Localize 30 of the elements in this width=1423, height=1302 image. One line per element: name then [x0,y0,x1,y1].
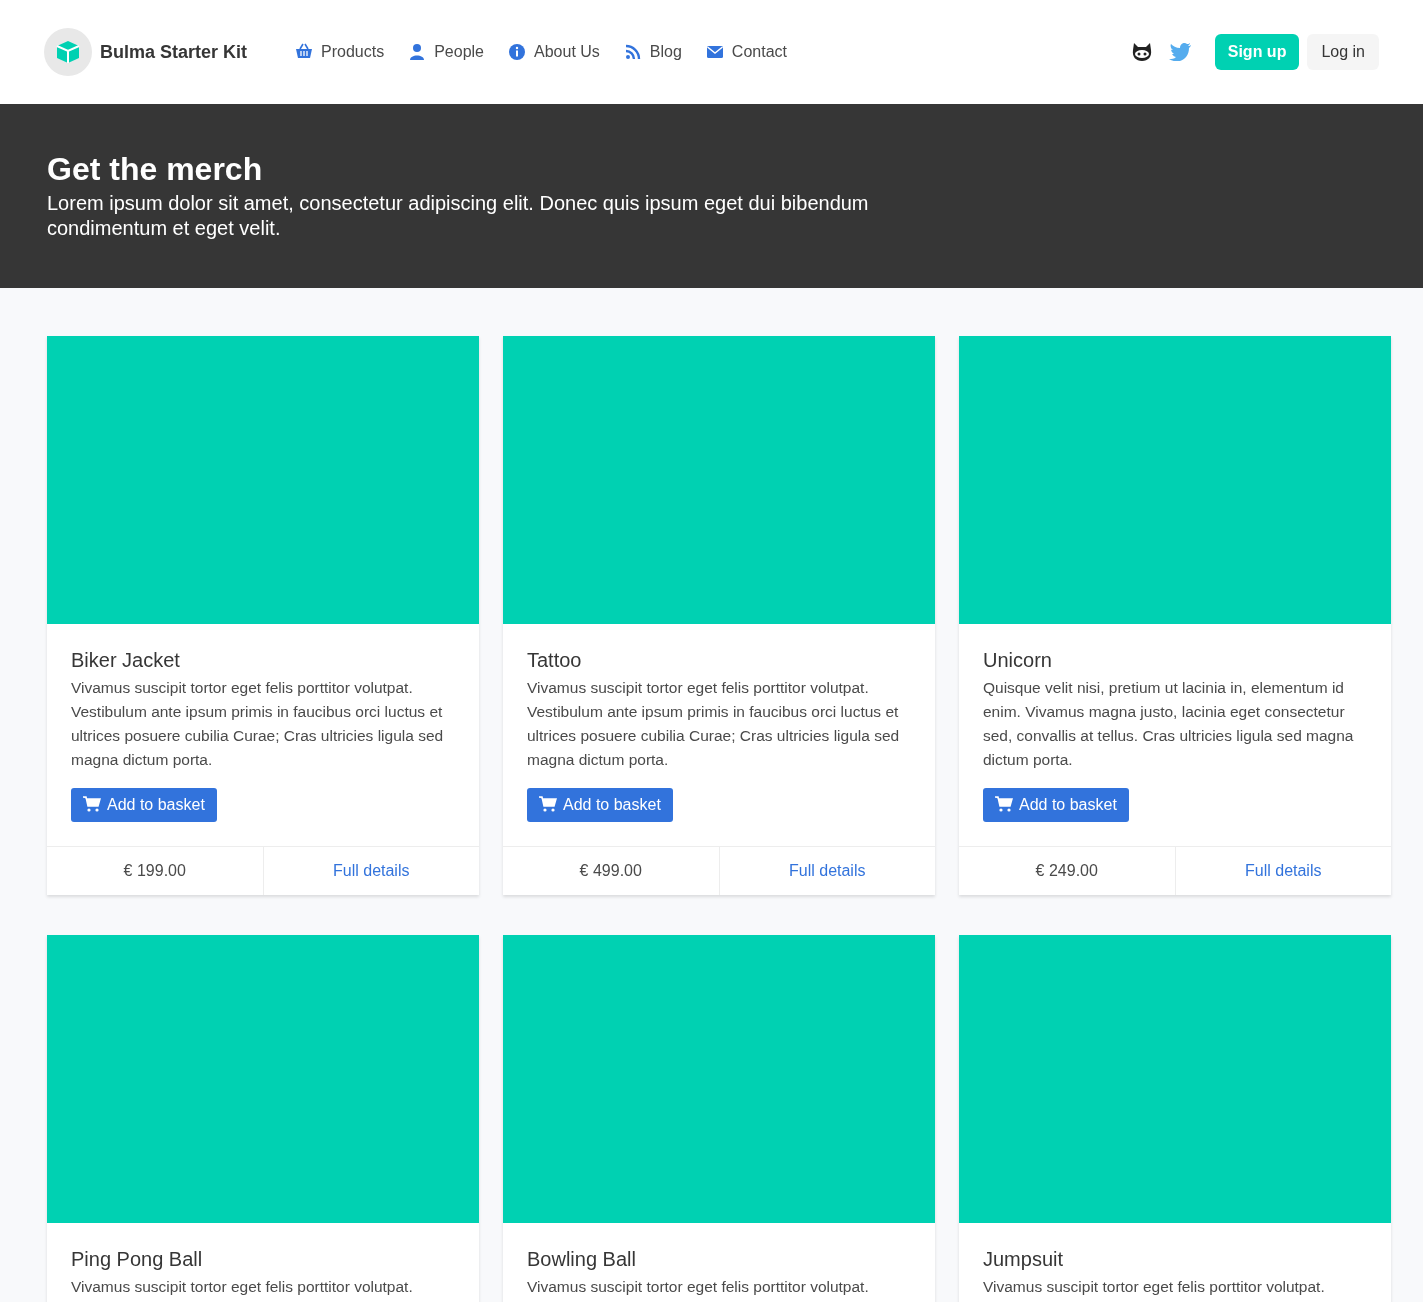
nav-link[interactable]: Contact [705,40,787,64]
product-description: Vivamus suscipit tortor eget felis porttitor volutpat. [527,1277,870,1297]
product-name: Ping Pong Ball [71,1247,204,1271]
product-description: Quisque velit nisi, pretium ut lacinia in, elementum id enim. Vivamus magna justo, lacinia eget consectetur sed, convallis at tellus. Cras ultricies ligula sed magna dictum porta. [983,678,1355,770]
product-description: Vivamus suscipit tortor eget felis porttitor volutpat. [71,1277,414,1297]
product-price: € 499.00 [503,847,720,895]
nav-link[interactable]: People [408,40,484,64]
hero-subtitle: Lorem ipsum dolor sit amet, consectetur adipiscing elit. Donec quis ipsum eget dui bibendum condimentum et eget velit. [47,191,870,242]
add-to-basket-button[interactable]: Add to basket [71,788,217,822]
product-name: Biker Jacket [71,648,181,672]
brand-name[interactable]: Bulma Starter Kit [100,38,248,66]
add-to-basket-button[interactable]: Add to basket [527,788,673,822]
nav-link[interactable]: About Us [508,40,600,64]
nav-link[interactable]: Products [295,40,385,64]
product-price: € 199.00 [47,847,264,895]
hero-title: Get the merch [47,152,264,188]
product-name: Unicorn [983,648,1053,672]
nav-link[interactable]: Blog [623,40,682,64]
product-name: Tattoo [527,648,583,672]
product-name: Jumpsuit [983,1247,1065,1271]
product-description: Vivamus suscipit tortor eget felis porttitor volutpat. Vestibulum ante ipsum primis in faucibus orci luctus et ultrices posuere cubilia Curae; Cras ultricies ligula sed magna dictum porta. [71,678,445,770]
add-to-basket-button[interactable]: Add to basket [983,788,1129,822]
product-name: Bowling Ball [527,1247,637,1271]
full-details-link[interactable]: Full details [263,847,479,895]
full-details-link[interactable]: Full details [1175,847,1391,895]
login-button[interactable]: Log in [1307,34,1379,70]
product-description: Vivamus suscipit tortor eget felis porttitor volutpat. [983,1277,1326,1297]
product-description: Vivamus suscipit tortor eget felis porttitor volutpat. Vestibulum ante ipsum primis in faucibus orci luctus et ultrices posuere cubilia Curae; Cras ultricies ligula sed magna dictum porta. [527,678,901,770]
full-details-link[interactable]: Full details [719,847,935,895]
product-price: € 249.00 [959,847,1176,895]
